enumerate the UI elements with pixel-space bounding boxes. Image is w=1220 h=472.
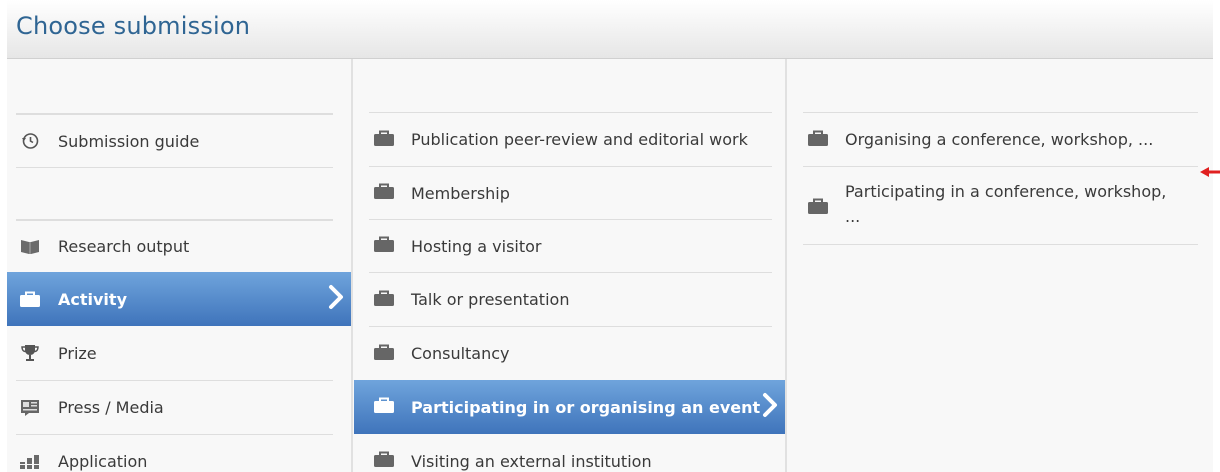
- divider: [803, 244, 1198, 245]
- briefcase-icon: [18, 290, 42, 308]
- menu-item-label: Membership: [411, 183, 510, 203]
- trophy-icon: [18, 344, 42, 362]
- book-icon: [18, 239, 42, 255]
- menu-item-press-media[interactable]: Press / Media: [16, 380, 333, 434]
- menu-item-participating-or-organising-event[interactable]: Participating in or organising an event: [354, 380, 786, 434]
- menu-item-submission-guide[interactable]: Submission guide: [16, 114, 333, 167]
- briefcase-icon: [807, 197, 833, 219]
- menu-item-participating-conference[interactable]: Participating in a conference, workshop,…: [803, 166, 1198, 244]
- menu-item-label: Activity: [58, 289, 127, 309]
- menu-item-activity[interactable]: Activity: [7, 272, 352, 326]
- chevron-right-icon: [328, 284, 344, 314]
- menu-item-label: Talk or presentation: [411, 290, 570, 309]
- menu-item-label: Prize: [58, 343, 97, 363]
- briefcase-icon: [373, 235, 399, 257]
- briefcase-icon: [373, 182, 399, 204]
- menu-item-label: Application: [58, 452, 148, 471]
- column-separator: [785, 59, 787, 472]
- briefcase-icon: [373, 396, 399, 418]
- menu-item-label: Consultancy: [411, 344, 510, 363]
- submission-chooser-window: Choose submission Submission guide Resea…: [7, 0, 1213, 472]
- newspaper-icon: [18, 399, 42, 417]
- chevron-right-icon: [762, 392, 778, 422]
- subcategory-column: Publication peer-review and editorial wo…: [354, 59, 786, 472]
- briefcase-icon: [373, 289, 399, 311]
- category-column: Submission guide Research output Activit…: [7, 59, 352, 472]
- bar-chart-icon: [18, 454, 42, 470]
- column-separator: [351, 59, 353, 472]
- menu-item-publication-peer-review[interactable]: Publication peer-review and editorial wo…: [369, 113, 772, 166]
- menu-item-label: Hosting a visitor: [411, 236, 542, 256]
- annotation-arrow-icon: [1200, 162, 1220, 177]
- briefcase-icon: [373, 129, 399, 151]
- briefcase-icon: [373, 343, 399, 365]
- menu-item-label: Publication peer-review and editorial wo…: [411, 130, 748, 149]
- menu-item-label: Participating in or organising an event: [411, 397, 761, 417]
- menu-item-hosting-visitor[interactable]: Hosting a visitor: [369, 219, 772, 272]
- submission-type-column: Organising a conference, workshop, ... P…: [788, 59, 1213, 472]
- menu-item-label: Participating in a conference, workshop,…: [845, 182, 1167, 226]
- menu-item-label: Press / Media: [58, 398, 164, 417]
- menu-item-consultancy[interactable]: Consultancy: [369, 326, 772, 380]
- menu-item-label: Visiting an external institution: [411, 451, 652, 471]
- menu-item-organising-conference[interactable]: Organising a conference, workshop, ...: [803, 113, 1198, 166]
- menu-item-membership[interactable]: Membership: [369, 166, 772, 219]
- history-clock-icon: [18, 132, 42, 150]
- menu-item-label: Organising a conference, workshop, ...: [845, 130, 1154, 149]
- menu-item-talk-presentation[interactable]: Talk or presentation: [369, 272, 772, 326]
- menu-item-label: Research output: [58, 237, 190, 256]
- menu-item-research-output[interactable]: Research output: [16, 220, 333, 272]
- header-bar: Choose submission: [7, 0, 1213, 59]
- briefcase-icon: [807, 129, 833, 151]
- menu-item-prize[interactable]: Prize: [16, 326, 333, 380]
- menu-item-visiting-external-institution[interactable]: Visiting an external institution: [369, 434, 772, 472]
- divider: [16, 167, 333, 168]
- briefcase-icon: [373, 450, 399, 472]
- page-title: Choose submission: [16, 12, 251, 40]
- menu-item-label: Submission guide: [58, 131, 200, 151]
- menu-item-application[interactable]: Application: [16, 434, 333, 472]
